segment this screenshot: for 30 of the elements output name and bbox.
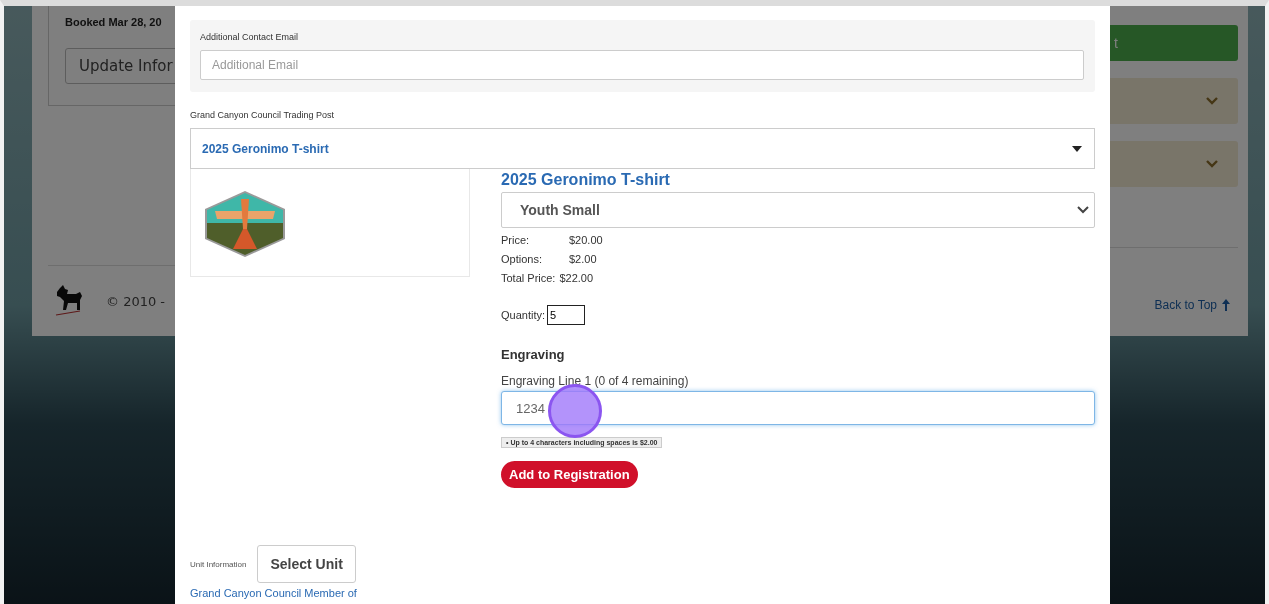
product-title: 2025 Geronimo T-shirt (501, 171, 670, 189)
field-label: Additional Contact Email (200, 32, 300, 42)
price-label: Price: (501, 233, 531, 246)
chevron-down-icon (1077, 206, 1089, 214)
price-value: $2.00 (569, 252, 597, 265)
field-label: Grand Canyon Council Trading Post (190, 110, 336, 120)
price-value: $20.00 (569, 233, 603, 246)
field-label: Engraving Line 1 (0 of 4 remaining) (501, 374, 689, 388)
copyright-text: © 2010 - (106, 293, 166, 309)
member-link[interactable]: Grand Canyon Council Member of (190, 587, 357, 599)
email-input-field[interactable]: Additional Email (200, 50, 1084, 80)
section-heading: Engraving (501, 347, 565, 362)
product-select[interactable]: 2025 Geronimo T-shirt (190, 128, 1095, 169)
add-to-registration-button[interactable]: Add to Registration (501, 461, 638, 488)
price-label: Total Price: (501, 271, 556, 284)
chevron-down-icon (1206, 160, 1218, 168)
select-unit-button[interactable]: Select Unit (257, 545, 356, 583)
dog-logo-icon (54, 284, 84, 318)
quantity-input[interactable]: 5 (547, 305, 586, 325)
engraving-input-field[interactable]: 1234 (501, 391, 1095, 425)
size-select[interactable]: Youth Small (501, 192, 1095, 228)
caret-down-icon (1072, 145, 1082, 152)
arrow-up-icon (1222, 299, 1230, 311)
chevron-down-icon (1206, 97, 1218, 105)
price-label: Options: (501, 252, 543, 265)
field-label: Unit Information (190, 559, 247, 569)
booking-date: Booked Mar 28, 20 (65, 16, 163, 28)
back-to-top-link[interactable]: Back to Top (1154, 298, 1217, 312)
price-value: $22.00 (559, 271, 594, 284)
quantity-label: Quantity: (501, 309, 546, 321)
